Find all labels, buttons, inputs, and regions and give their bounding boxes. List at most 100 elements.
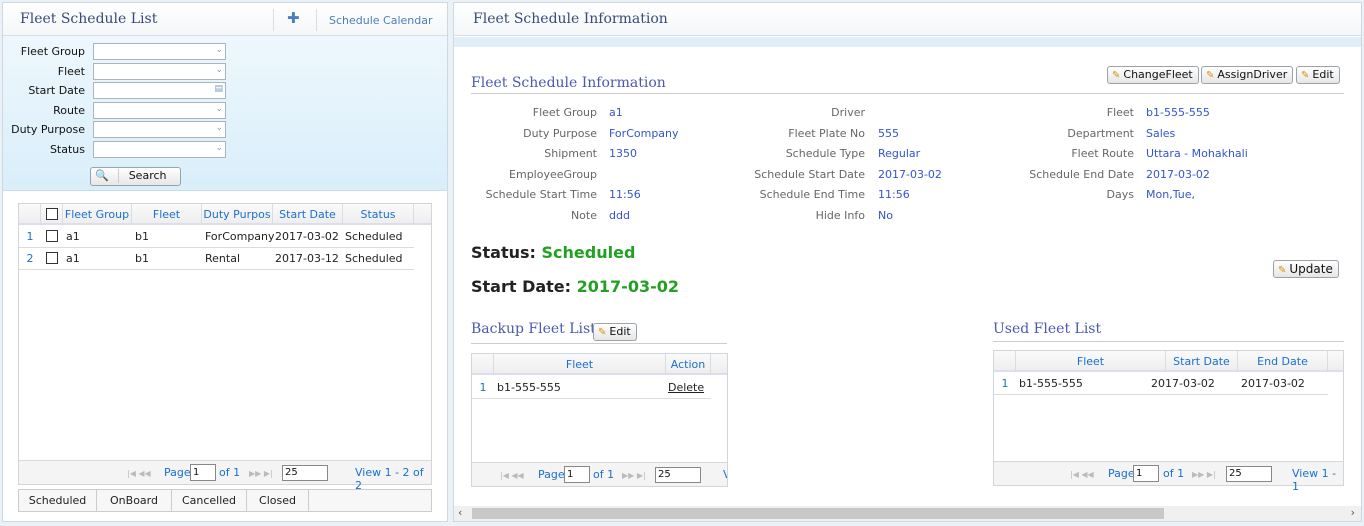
col-fleet[interactable]: Fleet xyxy=(132,204,202,225)
select-all-checkbox[interactable] xyxy=(46,208,58,220)
grid-cell: Scheduled xyxy=(345,252,403,265)
field-label: Department xyxy=(1067,126,1134,140)
backup-edit-button[interactable]: ✎ Edit xyxy=(593,323,637,341)
fleet-schedule-info-panel: Fleet Schedule Information Fleet Schedul… xyxy=(453,2,1362,522)
col-duty-purpose[interactable]: Duty Purpos xyxy=(202,204,273,225)
field-label: Fleet xyxy=(1106,106,1134,119)
chevron-down-icon[interactable]: ⌄ xyxy=(215,123,223,133)
col-fleet[interactable]: Fleet xyxy=(1016,351,1166,372)
pencil-icon: ✎ xyxy=(1301,70,1310,81)
chevron-down-icon[interactable]: ⌄ xyxy=(215,143,223,153)
tab-scheduled[interactable]: Scheduled xyxy=(19,490,97,512)
field-label: Schedule Start Date xyxy=(754,167,865,181)
schedule-calendar-link[interactable]: Schedule Calendar xyxy=(329,14,433,27)
field-value: ForCompany xyxy=(609,126,679,140)
filter-route-input[interactable]: ⌄ xyxy=(93,101,226,119)
grid-cell: ForCompany xyxy=(205,230,275,243)
field-label: Shipment xyxy=(544,147,597,161)
col-fleet-group[interactable]: Fleet Group xyxy=(63,204,132,225)
row-checkbox[interactable] xyxy=(46,252,58,264)
grid-cell: b1 xyxy=(135,230,149,243)
delete-link[interactable]: Delete xyxy=(668,377,704,398)
field-label: Schedule End Date xyxy=(1029,167,1134,181)
field-label: Duty Purpose xyxy=(523,126,597,140)
filter-label: Fleet Group xyxy=(20,45,85,58)
field-value: 555 xyxy=(878,126,899,140)
field-value: a1 xyxy=(609,106,623,119)
grid-cell: a1 xyxy=(66,252,80,265)
tab-cancelled[interactable]: Cancelled xyxy=(172,490,247,512)
tab-closed[interactable]: Closed xyxy=(247,490,309,512)
page-size-select[interactable]: 25 xyxy=(655,467,701,483)
field-label: Schedule Start Time xyxy=(485,188,597,202)
filter-label: Fleet xyxy=(57,64,85,78)
next-page-icon[interactable]: ▶▶ ▶| xyxy=(249,469,273,478)
chevron-down-icon[interactable]: ⌄ xyxy=(215,65,223,75)
plus-icon[interactable]: ✚ xyxy=(287,9,300,27)
grid-header: Fleet Group Fleet Duty Purpos Start Date… xyxy=(19,204,431,225)
field-label: Driver xyxy=(831,106,865,119)
field-value: 2017-03-02 xyxy=(1146,167,1210,181)
col-end-date[interactable]: End Date xyxy=(1238,351,1328,372)
pencil-icon: ✎ xyxy=(1278,265,1287,276)
col-action[interactable]: Action xyxy=(666,354,711,375)
page-size-select[interactable]: 25 xyxy=(282,465,328,481)
grid-cell: a1 xyxy=(66,230,80,243)
pencil-icon: ✎ xyxy=(1206,70,1215,81)
status-tabs: Scheduled OnBoard Cancelled Closed xyxy=(18,489,432,512)
used-fleet-grid: Fleet Start Date End Date 1 b1-555-555 2… xyxy=(993,350,1344,493)
filter-fleet-input[interactable]: ⌄ xyxy=(93,62,226,80)
tab-onboard[interactable]: OnBoard xyxy=(97,490,172,512)
scroll-right-icon: › xyxy=(1350,506,1355,519)
pencil-icon: ✎ xyxy=(598,327,607,338)
edit-button[interactable]: ✎ Edit xyxy=(1296,66,1340,84)
start-date-line: Start Date: 2017-03-02 xyxy=(471,277,679,296)
change-fleet-button[interactable]: ✎ ChangeFleet xyxy=(1107,66,1199,84)
field-label: Note xyxy=(570,209,597,222)
search-icon: 🔍 xyxy=(95,169,109,182)
field-label: Days xyxy=(1106,188,1134,202)
page-input[interactable]: 1 xyxy=(190,464,216,481)
used-fleet-title: Used Fleet List xyxy=(993,321,1344,342)
horizontal-scrollbar[interactable]: ‹ › xyxy=(454,506,1361,521)
search-button[interactable]: 🔍 Search xyxy=(90,167,181,186)
assign-driver-button[interactable]: ✎ AssignDriver xyxy=(1201,66,1294,84)
filter-status-input[interactable]: ⌄ xyxy=(93,141,226,158)
backup-fleet-grid: Fleet Action 1 b1-555-555 Delete |◀ ◀◀ P… xyxy=(471,353,728,487)
chevron-down-icon[interactable]: ⌄ xyxy=(215,45,223,55)
field-label: Fleet Plate No xyxy=(788,126,865,140)
field-value: 11:56 xyxy=(609,188,641,202)
pencil-icon: ✎ xyxy=(1112,70,1121,81)
grid-cell: Scheduled xyxy=(345,230,403,243)
page-input[interactable]: 1 xyxy=(564,466,590,483)
field-label: Hide Info xyxy=(815,209,865,222)
filter-start-date-input[interactable]: ▤ xyxy=(93,82,226,100)
grid-cell: 2017-03-02 xyxy=(275,230,339,243)
grid-pager: |◀ ◀◀ Page 1 of 1 ▶▶ ▶| 25 View 1 - 2 of… xyxy=(19,460,431,492)
scroll-left-icon: ‹ xyxy=(458,506,463,519)
field-label: Schedule End Time xyxy=(759,188,865,202)
first-page-icon[interactable]: |◀ ◀◀ xyxy=(127,469,151,478)
field-label: Fleet Route xyxy=(1071,147,1134,161)
field-value: 1350 xyxy=(609,147,637,161)
scrollbar-thumb[interactable] xyxy=(472,508,1164,519)
chevron-down-icon[interactable]: ⌄ xyxy=(215,104,223,114)
field-value: No xyxy=(878,209,893,222)
field-value: Mon,Tue, xyxy=(1146,188,1195,202)
field-label: Fleet Group xyxy=(532,106,597,119)
col-start-date[interactable]: Start Date xyxy=(1166,351,1238,372)
col-status[interactable]: Status xyxy=(343,204,414,225)
filter-label: Start Date xyxy=(28,84,85,98)
backup-fleet-cell: b1-555-555 xyxy=(497,381,561,394)
filter-fleet-group-input[interactable]: ⌄ xyxy=(93,43,226,60)
col-fleet[interactable]: Fleet xyxy=(494,354,666,375)
filter-duty-purpose-input[interactable]: ⌄ xyxy=(93,121,226,139)
row-checkbox[interactable] xyxy=(46,230,58,242)
field-value: Uttara - Mohakhali xyxy=(1146,147,1248,161)
page-size-select[interactable]: 25 xyxy=(1226,466,1272,482)
page-input[interactable]: 1 xyxy=(1133,465,1159,482)
update-button[interactable]: ✎ Update xyxy=(1273,260,1339,278)
field-value: Regular xyxy=(878,147,921,161)
col-start-date[interactable]: Start Date xyxy=(273,204,343,225)
calendar-icon[interactable]: ▤ xyxy=(214,84,223,94)
